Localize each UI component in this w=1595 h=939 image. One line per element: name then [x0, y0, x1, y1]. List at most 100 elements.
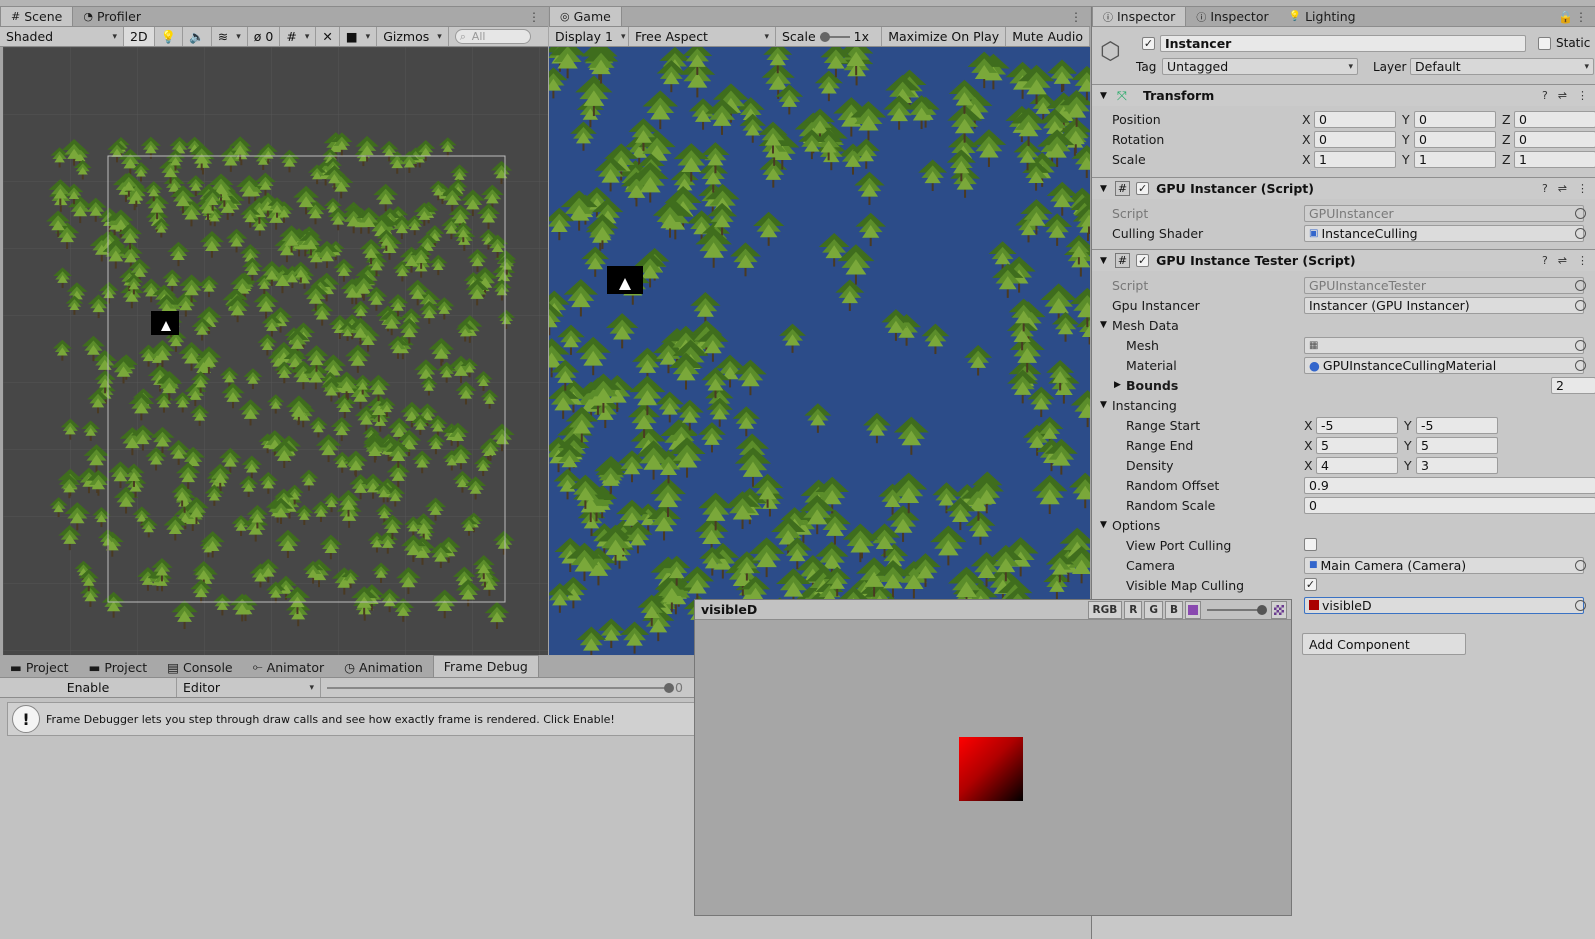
alpha-toggle-icon[interactable]: [1185, 601, 1201, 619]
transform-x-field[interactable]: 1: [1314, 150, 1396, 168]
checker-toggle-icon[interactable]: [1271, 601, 1287, 619]
options-foldout[interactable]: ▼ Options: [1092, 515, 1595, 535]
event-slider[interactable]: [321, 678, 674, 697]
transform-x-field[interactable]: 0: [1314, 130, 1396, 148]
tab-inspector-1[interactable]: ⓘ Inspector: [1092, 6, 1187, 26]
density-x-field[interactable]: 4: [1316, 456, 1398, 474]
inspector-menu-icon[interactable]: ⋮: [1575, 10, 1587, 24]
transform-y-field[interactable]: 1: [1414, 150, 1496, 168]
tab-project-1[interactable]: ▬ Project: [0, 657, 79, 677]
scale-slider-thumb[interactable]: [819, 31, 830, 42]
visible-map-texture-field[interactable]: visibleD: [1304, 596, 1584, 614]
transform-z-field[interactable]: 0: [1514, 110, 1595, 128]
scene-menu-icon[interactable]: ⋮: [528, 10, 540, 24]
range-end-x-field[interactable]: 5: [1316, 436, 1398, 454]
help-icon[interactable]: ?: [1542, 89, 1548, 102]
transform-z-field[interactable]: 0: [1514, 130, 1595, 148]
event-slider-thumb[interactable]: [664, 682, 674, 693]
object-picker-icon[interactable]: [1575, 599, 1586, 611]
tab-scene[interactable]: # Scene: [0, 6, 74, 26]
gpu-instancer-header[interactable]: ▼ # ✓ GPU Instancer (Script) ? ⇌ ⋮: [1092, 177, 1595, 199]
mip-slider-thumb[interactable]: [1257, 605, 1267, 615]
tab-inspector-2[interactable]: ⓘ Inspector: [1186, 6, 1278, 26]
viewport-culling-checkbox[interactable]: [1304, 538, 1317, 551]
static-checkbox[interactable]: [1538, 37, 1551, 50]
channel-rgb-button[interactable]: RGB: [1087, 601, 1123, 619]
transform-y-field[interactable]: 0: [1414, 130, 1496, 148]
object-picker-icon[interactable]: [1575, 559, 1586, 571]
enable-button[interactable]: Enable: [0, 678, 177, 697]
target-dropdown[interactable]: Editor: [177, 678, 321, 697]
tab-animator[interactable]: ⟜ Animator: [243, 657, 335, 677]
2d-toggle-button[interactable]: 2D: [124, 27, 155, 46]
help-icon[interactable]: ?: [1542, 182, 1548, 195]
tab-frame-debug[interactable]: Frame Debug: [432, 655, 539, 677]
range-start-x-field[interactable]: -5: [1316, 416, 1398, 434]
tag-dropdown[interactable]: Untagged: [1162, 58, 1358, 75]
random-scale-field[interactable]: 0: [1304, 496, 1595, 514]
scene-search-input[interactable]: ⌕ All: [454, 29, 531, 44]
object-picker-icon[interactable]: [1575, 339, 1586, 351]
tab-console[interactable]: ▤ Console: [157, 657, 242, 677]
component-menu-icon[interactable]: ⋮: [1577, 254, 1588, 267]
camera-icon[interactable]: ■: [340, 27, 378, 46]
preset-icon[interactable]: ⇌: [1558, 89, 1567, 102]
tab-project-2[interactable]: ▬ Project: [79, 657, 158, 677]
object-picker-icon[interactable]: [1575, 207, 1586, 219]
object-picker-icon[interactable]: [1575, 359, 1586, 371]
channel-b-button[interactable]: B: [1164, 601, 1183, 619]
scene-viewport[interactable]: [3, 47, 548, 655]
maximize-on-play-toggle[interactable]: Maximize On Play: [882, 27, 1007, 46]
preset-icon[interactable]: ⇌: [1558, 182, 1567, 195]
game-viewport[interactable]: [549, 47, 1090, 655]
layer-dropdown[interactable]: Default: [1410, 58, 1594, 75]
mesh-data-foldout[interactable]: ▼ Mesh Data: [1092, 315, 1595, 335]
shading-dropdown[interactable]: Shaded: [0, 27, 124, 46]
density-y-field[interactable]: 3: [1416, 456, 1498, 474]
transform-y-field[interactable]: 0: [1414, 110, 1496, 128]
object-picker-icon[interactable]: [1575, 279, 1586, 291]
gpu-instance-tester-header[interactable]: ▼ # ✓ GPU Instance Tester (Script) ? ⇌ ⋮: [1092, 249, 1595, 271]
tester-enabled-checkbox[interactable]: ✓: [1136, 254, 1150, 267]
mip-slider[interactable]: [1207, 605, 1267, 615]
random-offset-field[interactable]: 0.9: [1304, 476, 1595, 494]
gizmos-dropdown[interactable]: Gizmos: [377, 27, 449, 46]
object-picker-icon[interactable]: [1575, 227, 1586, 239]
mute-audio-toggle[interactable]: Mute Audio: [1006, 27, 1090, 46]
scale-slider[interactable]: Scale 1x: [776, 27, 883, 46]
object-name-field[interactable]: Instancer: [1160, 35, 1526, 52]
channel-r-button[interactable]: R: [1124, 601, 1143, 619]
camera-field[interactable]: ■ Main Camera (Camera): [1304, 556, 1584, 574]
range-start-y-field[interactable]: -5: [1416, 416, 1498, 434]
material-field[interactable]: ● GPUInstanceCullingMaterial: [1304, 356, 1584, 374]
bounds-foldout[interactable]: ▶ Bounds 2: [1092, 375, 1595, 395]
tab-animation[interactable]: ◷ Animation: [334, 657, 433, 677]
active-checkbox[interactable]: ✓: [1142, 37, 1155, 50]
instancing-foldout[interactable]: ▼ Instancing: [1092, 395, 1595, 415]
transform-x-field[interactable]: 0: [1314, 110, 1396, 128]
component-menu-icon[interactable]: ⋮: [1577, 182, 1588, 195]
visible-map-culling-checkbox[interactable]: ✓: [1304, 578, 1317, 591]
bounds-size-field[interactable]: 2: [1551, 376, 1595, 394]
game-menu-icon[interactable]: ⋮: [1070, 10, 1082, 24]
tab-lighting[interactable]: 💡 Lighting: [1279, 6, 1366, 26]
display-dropdown[interactable]: Display 1: [549, 27, 629, 46]
tab-profiler[interactable]: ◔ Profiler: [73, 6, 151, 26]
help-icon[interactable]: ?: [1542, 254, 1548, 267]
culling-shader-field[interactable]: ▣ InstanceCulling: [1304, 224, 1584, 242]
gpu-instancer-ref-field[interactable]: Instancer (GPU Instancer): [1304, 296, 1584, 314]
lighting-toggle-icon[interactable]: 💡: [155, 27, 184, 46]
hidden-objects-icon[interactable]: ø0: [248, 27, 281, 46]
effects-dropdown-icon[interactable]: ≋: [212, 27, 248, 46]
transform-z-field[interactable]: 1: [1514, 150, 1595, 168]
preset-icon[interactable]: ⇌: [1558, 254, 1567, 267]
range-end-y-field[interactable]: 5: [1416, 436, 1498, 454]
lock-icon[interactable]: 🔒: [1558, 10, 1573, 24]
grid-snap-icon[interactable]: #: [280, 27, 317, 46]
component-menu-icon[interactable]: ⋮: [1577, 89, 1588, 102]
transform-header[interactable]: ▼ ⤧ Transform ? ⇌ ⋮: [1092, 84, 1595, 106]
tab-game[interactable]: ◎ Game: [549, 6, 622, 26]
aspect-dropdown[interactable]: Free Aspect: [629, 27, 776, 46]
audio-toggle-icon[interactable]: 🔈: [183, 27, 212, 46]
object-picker-icon[interactable]: [1575, 299, 1586, 311]
